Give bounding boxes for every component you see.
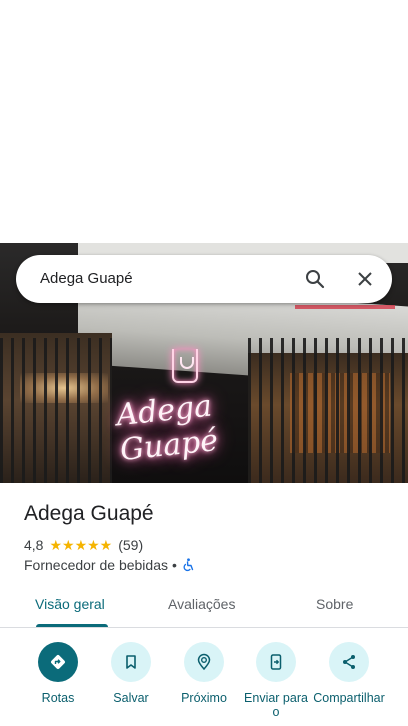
rating-value: 4,8 [24, 537, 44, 553]
search-input[interactable]: Adega Guapé [40, 270, 133, 287]
directions-button[interactable]: Rotas [22, 642, 94, 705]
neon-glass-icon [172, 349, 198, 383]
send-to-phone-label: Enviar para o [244, 691, 308, 719]
separator-dot: • [172, 557, 177, 573]
action-buttons: Rotas Salvar Próximo Enviar para o Compa… [0, 640, 408, 726]
map-blank-area [0, 0, 408, 243]
share-icon[interactable] [329, 642, 369, 682]
tab-reviews[interactable]: Avaliações [168, 596, 235, 612]
send-to-phone-icon[interactable] [256, 642, 296, 682]
tab-bar: Visão geral Avaliações Sobre [0, 588, 408, 628]
search-icon[interactable] [303, 267, 327, 291]
category-row: Fornecedor de bebidas • [24, 556, 195, 574]
bookmark-icon[interactable] [111, 642, 151, 682]
nearby-label: Próximo [181, 691, 227, 705]
photo-gate-right [248, 338, 408, 483]
save-label: Salvar [113, 691, 149, 705]
search-bar[interactable]: Adega Guapé [16, 255, 392, 303]
share-label: Compartilhar [313, 691, 385, 705]
star-rating-icon: ★★★★★ [49, 536, 113, 553]
tab-about[interactable]: Sobre [316, 596, 353, 612]
wheelchair-accessible-icon [181, 558, 195, 572]
place-title: Adega Guapé [24, 502, 154, 525]
close-icon[interactable] [353, 267, 377, 291]
review-count: (59) [118, 537, 144, 553]
photo-stripe [295, 305, 395, 309]
rating-row[interactable]: 4,8 ★★★★★ (59) [24, 536, 143, 554]
send-to-phone-button[interactable]: Enviar para o [240, 642, 312, 719]
photo-gate-left [0, 338, 112, 483]
directions-label: Rotas [41, 691, 75, 705]
neon-sign-text: Adega Guapé [114, 388, 220, 469]
nearby-icon[interactable] [184, 642, 224, 682]
directions-icon[interactable] [38, 642, 78, 682]
nearby-button[interactable]: Próximo [168, 642, 240, 705]
active-tab-indicator [36, 624, 108, 627]
tab-overview[interactable]: Visão geral [35, 596, 105, 612]
share-button[interactable]: Compartilhar [313, 642, 385, 705]
place-category: Fornecedor de bebidas [24, 557, 168, 573]
save-button[interactable]: Salvar [95, 642, 167, 705]
